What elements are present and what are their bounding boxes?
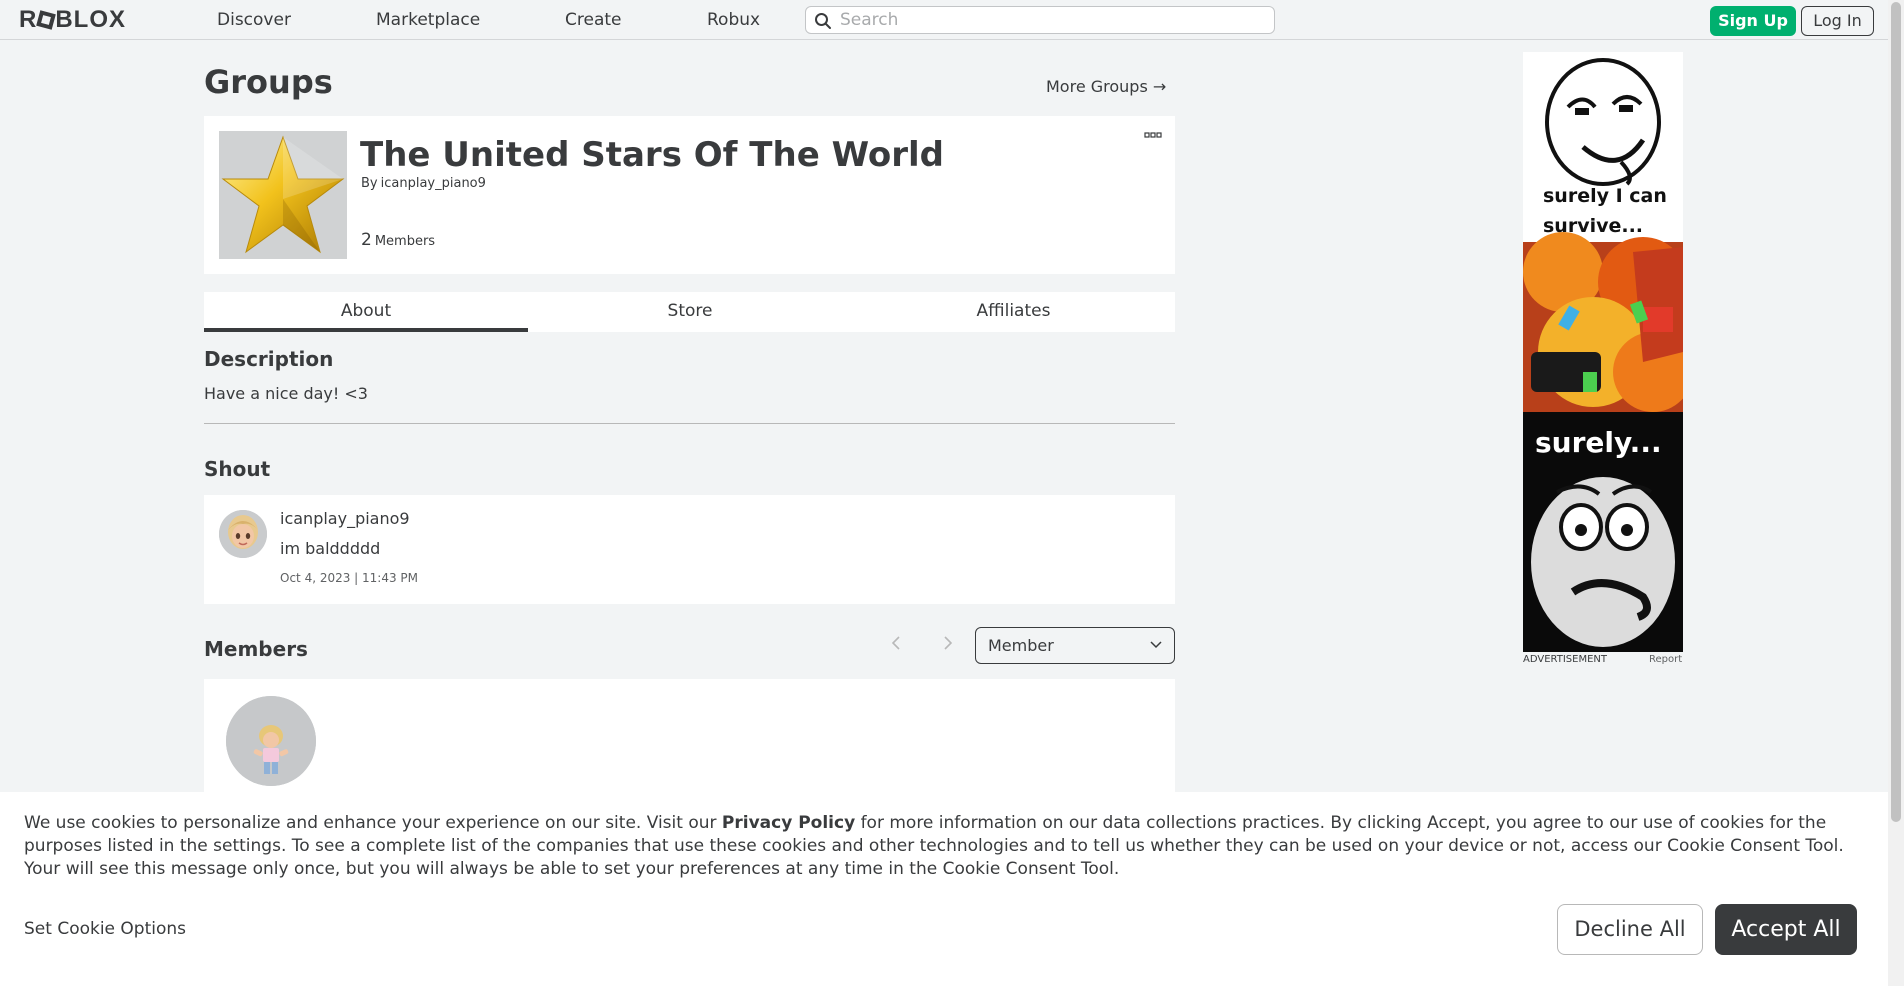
role-dropdown-value: Member xyxy=(988,636,1054,655)
advertisement-label: ADVERTISEMENT xyxy=(1523,654,1608,665)
avatar-figure-icon xyxy=(226,696,316,786)
group-name: The United Stars Of The World xyxy=(360,135,945,175)
shout-message: im balddddd xyxy=(280,539,381,558)
nav-link-discover[interactable]: Discover xyxy=(217,10,291,30)
search-box[interactable] xyxy=(805,6,1275,34)
cookie-banner: We use cookies to personalize and enhanc… xyxy=(0,792,1888,986)
shout-title: Shout xyxy=(204,457,271,481)
member-count-number: 2 xyxy=(361,230,372,250)
description-text: Have a nice day! <3 xyxy=(204,384,368,403)
next-page-icon[interactable] xyxy=(933,631,963,655)
member-avatar[interactable] xyxy=(226,696,316,786)
set-cookie-options-link[interactable]: Set Cookie Options xyxy=(24,919,186,939)
description-divider xyxy=(204,423,1175,424)
members-title: Members xyxy=(204,637,308,661)
cookie-text-part-1: We use cookies to personalize and enhanc… xyxy=(24,813,722,833)
sign-up-button[interactable]: Sign Up xyxy=(1710,6,1796,36)
search-icon xyxy=(815,13,831,29)
page-title: Groups xyxy=(204,63,333,101)
group-header-card: The United Stars Of The World By icanplay… xyxy=(204,116,1175,274)
scrollbar-thumb[interactable] xyxy=(1891,2,1901,822)
roblox-logo[interactable]: R BLOX xyxy=(19,8,126,32)
page-scrollbar[interactable] xyxy=(1888,0,1904,986)
group-owner: By icanplay_piano9 xyxy=(361,176,486,191)
shout-avatar[interactable] xyxy=(219,510,267,558)
members-card xyxy=(204,679,1175,799)
group-emblem xyxy=(219,131,347,259)
report-ad-link[interactable]: Report xyxy=(1649,654,1682,665)
decline-all-button[interactable]: Decline All xyxy=(1557,904,1703,955)
gold-star-icon xyxy=(221,135,345,254)
owner-by-label: By xyxy=(361,176,378,191)
ad-comic-image: surely I can survive... surely... xyxy=(1523,52,1683,652)
ad-caption-top: surely I can xyxy=(1543,185,1667,207)
group-tabs: About Store Affiliates xyxy=(204,292,1175,332)
role-dropdown[interactable]: Member xyxy=(975,627,1175,664)
shout-date: Oct 4, 2023 | 11:43 PM xyxy=(280,571,419,585)
chevron-down-icon xyxy=(1150,641,1162,649)
owner-link[interactable]: icanplay_piano9 xyxy=(381,176,486,191)
ad-caption-bottom: surely... xyxy=(1535,426,1662,459)
nav-link-create[interactable]: Create xyxy=(565,10,622,30)
tab-store[interactable]: Store xyxy=(528,292,852,332)
shout-card: icanplay_piano9 im balddddd Oct 4, 2023 … xyxy=(204,495,1175,604)
logo-letter-r: R xyxy=(19,6,38,33)
member-count-label: Members xyxy=(374,234,436,249)
advertisement-banner[interactable]: surely I can survive... surely... xyxy=(1523,52,1683,652)
top-navigation: R BLOX Discover Marketplace Create Robux … xyxy=(0,0,1888,40)
privacy-policy-link[interactable]: Privacy Policy xyxy=(722,813,855,833)
avatar-headshot-icon xyxy=(219,510,267,558)
cookie-message: We use cookies to personalize and enhanc… xyxy=(24,812,1869,881)
description-title: Description xyxy=(204,347,334,371)
more-options-icon[interactable] xyxy=(1144,132,1162,140)
nav-link-robux[interactable]: Robux xyxy=(707,10,760,30)
tab-about[interactable]: About xyxy=(204,292,528,332)
log-in-button[interactable]: Log In xyxy=(1801,6,1874,36)
accept-all-button[interactable]: Accept All xyxy=(1715,904,1857,955)
logo-letters-blox: BLOX xyxy=(55,6,127,33)
search-input[interactable] xyxy=(838,9,1258,31)
nav-link-marketplace[interactable]: Marketplace xyxy=(376,10,480,30)
tab-affiliates[interactable]: Affiliates xyxy=(852,292,1175,332)
logo-o-square xyxy=(36,10,57,30)
previous-page-icon[interactable] xyxy=(881,631,911,655)
more-groups-link[interactable]: More Groups → xyxy=(1046,77,1166,97)
member-count: 2 Members xyxy=(361,230,435,250)
shout-username[interactable]: icanplay_piano9 xyxy=(280,509,410,528)
